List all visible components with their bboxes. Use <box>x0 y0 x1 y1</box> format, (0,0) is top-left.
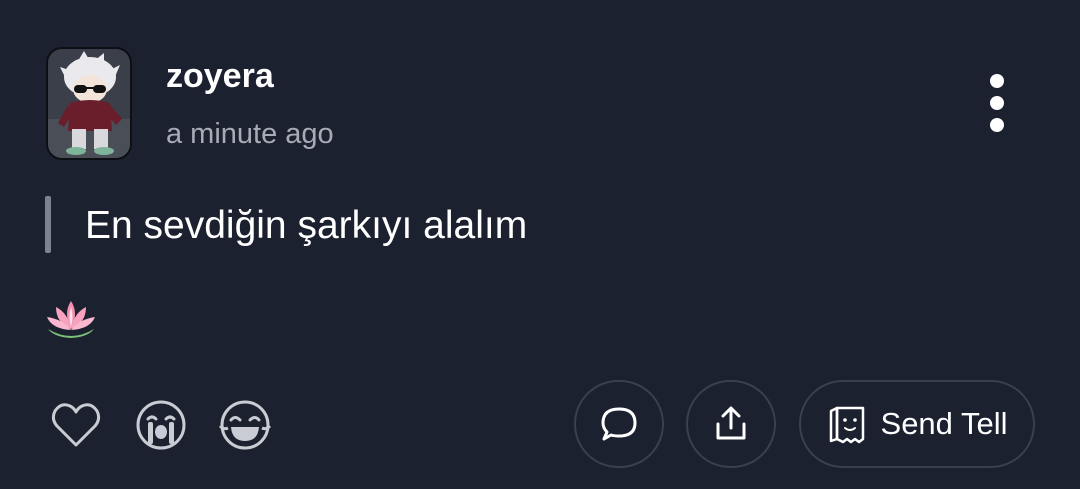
avatar-image <box>48 49 130 158</box>
laugh-reaction-button[interactable] <box>218 398 272 452</box>
lotus-icon <box>47 301 95 338</box>
lotus-emoji <box>44 295 98 343</box>
heart-outline-icon <box>51 403 101 447</box>
tell-ghost-icon <box>829 406 864 444</box>
laughing-face-icon <box>218 400 272 450</box>
more-options-button[interactable] <box>977 70 1017 138</box>
post-card: zoyera a minute ago En sevdiğin şarkıyı … <box>0 0 1080 489</box>
like-button[interactable] <box>49 398 103 452</box>
username[interactable]: zoyera <box>166 56 274 96</box>
post-text: En sevdiğin şarkıyı alalım <box>85 204 528 247</box>
vertical-dots-icon <box>990 74 1004 132</box>
speech-bubble-icon <box>601 407 637 441</box>
post-timestamp: a minute ago <box>166 118 334 150</box>
send-tell-button[interactable]: Send Tell <box>799 380 1035 468</box>
cry-reaction-button[interactable] <box>134 398 188 452</box>
comment-button[interactable] <box>574 380 664 468</box>
quote-bar <box>45 196 51 253</box>
share-button[interactable] <box>686 380 776 468</box>
avatar[interactable] <box>46 47 132 160</box>
crying-face-icon <box>136 400 186 450</box>
share-upload-icon <box>716 406 746 440</box>
send-tell-label: Send Tell <box>880 406 1008 441</box>
